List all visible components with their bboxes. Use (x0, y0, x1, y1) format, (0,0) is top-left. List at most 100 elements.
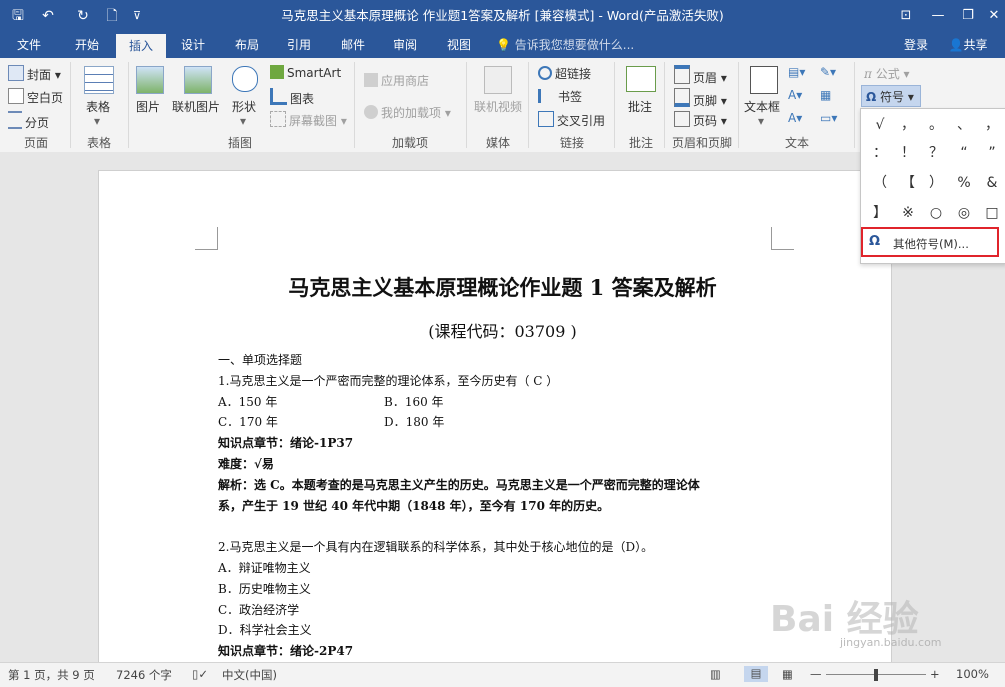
symbol-cell[interactable]: ） (921, 171, 951, 195)
symbol-cell[interactable]: & (977, 171, 1005, 195)
tab-home[interactable]: 开始 (64, 32, 110, 58)
ribbon-separator (466, 62, 467, 148)
doc-line: 系，产生于 19 世纪 40 年代中期（1848 年），至今有 170 年的历史… (218, 499, 610, 513)
chart-button[interactable]: 图表 (270, 88, 314, 107)
tab-layout[interactable]: 布局 (224, 32, 270, 58)
doc-line: 1.马克思主义是一个严密而完整的理论体系，至今历史有（ C ） (218, 374, 559, 388)
tab-design[interactable]: 设计 (170, 32, 216, 58)
header-label: 页眉 (693, 71, 718, 85)
page-count[interactable]: 第 1 页，共 9 页 (8, 667, 95, 683)
share-button[interactable]: 👤共享 (940, 32, 996, 58)
textbox-icon (750, 66, 778, 94)
symbol-cell[interactable]: ， (977, 113, 1005, 137)
office-store-button[interactable]: 应用商店 (364, 72, 429, 89)
symbol-cell[interactable]: “ (949, 141, 979, 165)
smartart-button[interactable]: SmartArt (270, 65, 341, 80)
word-count[interactable]: 7246 个字 (116, 667, 172, 683)
symbol-cell[interactable]: ： (865, 141, 895, 165)
quick-parts-icon[interactable]: ▤▾ (788, 65, 805, 79)
symbol-cell[interactable]: % (949, 171, 979, 195)
symbol-cell[interactable]: 】 (865, 201, 895, 225)
symbol-cell[interactable]: 。 (921, 113, 951, 137)
print-layout-icon[interactable]: ▤ (744, 666, 768, 682)
tab-review[interactable]: 审阅 (382, 32, 428, 58)
doc-line: 解析：选 C。本题考查的是马克思主义产生的历史。马克思主义是一个严密而完整的理论… (218, 478, 700, 492)
tab-mailings[interactable]: 邮件 (330, 32, 376, 58)
page-break-button[interactable]: 分页 (8, 111, 49, 131)
screenshot-button[interactable]: 屏幕截图 ▾ (270, 111, 347, 129)
watermark-url: jingyan.baidu.com (840, 636, 942, 649)
zoom-in-button[interactable]: + (930, 667, 940, 681)
date-time-icon[interactable]: ▦ (820, 88, 831, 102)
read-mode-icon[interactable]: ▥ (710, 667, 721, 681)
symbol-cell[interactable]: 、 (949, 113, 979, 137)
language-indicator[interactable]: 中文(中国) (222, 667, 277, 683)
wordart-icon[interactable]: A▾ (788, 88, 802, 102)
table-icon (84, 66, 114, 94)
cross-reference-icon (538, 111, 554, 127)
group-label-text: 文本 (784, 136, 809, 150)
zoom-level[interactable]: 100% (956, 667, 989, 681)
symbol-cell[interactable]: ◎ (949, 201, 979, 225)
symbol-cell[interactable]: ？ (921, 141, 951, 165)
ribbon-display-options-icon[interactable]: ⊡ (890, 0, 922, 32)
header-button[interactable]: 页眉 ▾ (674, 65, 727, 86)
symbol-cell[interactable]: ！ (893, 141, 923, 165)
close-button[interactable]: ✕ (978, 0, 1005, 32)
minimize-button[interactable]: — (922, 0, 954, 32)
symbol-cell[interactable]: ※ (893, 201, 923, 225)
online-picture-button[interactable]: 联机图片 (172, 98, 220, 115)
hyperlink-button[interactable]: 超链接 (538, 65, 591, 82)
more-symbols-menu-item[interactable]: Ω 其他符号(M)... (861, 227, 999, 257)
zoom-out-button[interactable]: — (810, 667, 822, 681)
symbol-button[interactable]: Ω 符号 ▾ (861, 85, 921, 107)
doc-option: D．180 年 (384, 415, 445, 429)
cross-reference-button[interactable]: 交叉引用 (538, 111, 605, 129)
doc-line: C．政治经济学 (218, 603, 300, 617)
bookmark-button[interactable]: 书签 (538, 88, 582, 105)
page-number-icon (674, 111, 690, 127)
blank-page-button[interactable]: 空白页 (8, 88, 63, 106)
undo-icon[interactable]: ↶ (34, 6, 62, 26)
screenshot-label: 屏幕截图 (289, 114, 338, 128)
hyperlink-label: 超链接 (555, 67, 592, 81)
table-button[interactable]: 表格 (86, 98, 110, 115)
symbol-cell[interactable]: √ (865, 113, 895, 137)
symbol-cell[interactable]: ” (977, 141, 1005, 165)
my-addins-label: 我的加载项 (381, 106, 442, 120)
tab-view[interactable]: 视图 (436, 32, 482, 58)
online-video-button[interactable]: 联机视频 (474, 98, 522, 115)
tab-insert[interactable]: 插入 (116, 34, 166, 58)
symbol-cell[interactable]: □ (977, 201, 1005, 225)
symbol-cell[interactable]: （ (865, 171, 895, 195)
sign-in-link[interactable]: 登录 (898, 32, 934, 58)
picture-button[interactable]: 图片 (136, 98, 160, 115)
equation-button[interactable]: π 公式 ▾ (864, 65, 910, 82)
shapes-button[interactable]: 形状 (232, 98, 256, 115)
customize-toolbar-icon[interactable]: ⊽ (128, 6, 146, 26)
tab-file[interactable]: 文件 (6, 32, 52, 58)
doc-line: C．170 年 (218, 415, 278, 429)
doc-line: D．科学社会主义 (218, 623, 312, 637)
web-layout-icon[interactable]: ▦ (782, 667, 793, 681)
tab-references[interactable]: 引用 (276, 32, 322, 58)
signature-line-icon[interactable]: ✎▾ (820, 65, 836, 79)
drop-cap-icon[interactable]: A▾ (788, 111, 802, 125)
save-icon[interactable]: 🖫 (8, 6, 28, 26)
picture-icon (136, 66, 164, 94)
symbol-cell[interactable]: 【 (893, 171, 923, 195)
redo-icon[interactable]: ↻ (72, 6, 94, 26)
proofing-icon[interactable]: ▯✓ (192, 667, 208, 681)
object-icon[interactable]: ▭▾ (820, 111, 837, 125)
tell-me-search[interactable]: 💡 告诉我您想要做什么... (496, 32, 646, 58)
symbol-cell[interactable]: ○ (921, 201, 951, 225)
new-document-icon[interactable]: 🗋 (102, 6, 122, 26)
footer-button[interactable]: 页脚 ▾ (674, 88, 727, 109)
textbox-button[interactable]: 文本框 (744, 98, 780, 115)
zoom-slider-handle[interactable] (874, 669, 878, 681)
my-addins-button[interactable]: 我的加载项 ▾ (364, 104, 451, 121)
new-comment-button[interactable]: 批注 (628, 98, 652, 115)
symbol-cell[interactable]: ， (893, 113, 923, 137)
page-number-button[interactable]: 页码 ▾ (674, 111, 727, 129)
cover-page-button[interactable]: 封面 ▾ (8, 65, 61, 83)
